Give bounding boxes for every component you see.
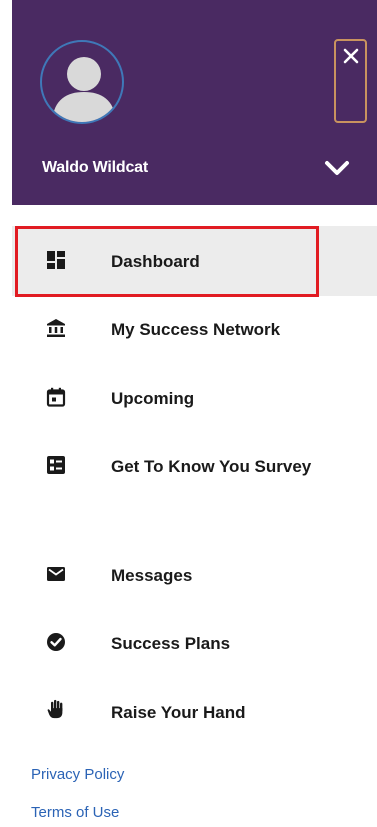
nav-item-messages[interactable]: Messages <box>12 540 377 610</box>
person-silhouette-icon <box>52 57 116 122</box>
calendar-icon <box>46 387 66 407</box>
nav-item-my-success-network[interactable]: My Success Network <box>12 294 377 364</box>
nav-item-label: Raise Your Hand <box>111 703 246 722</box>
profile-header: Waldo Wildcat <box>12 0 377 205</box>
hand-icon <box>47 699 63 719</box>
envelope-icon <box>47 567 65 581</box>
terms-of-use-link[interactable]: Terms of Use <box>31 804 119 821</box>
survey-icon <box>47 456 65 474</box>
privacy-policy-link[interactable]: Privacy Policy <box>31 766 124 783</box>
nav-item-label: My Success Network <box>111 320 281 339</box>
nav-item-upcoming[interactable]: Upcoming <box>12 363 377 433</box>
check-circle-icon <box>47 633 65 651</box>
institution-icon <box>47 319 65 337</box>
nav-item-label: Messages <box>111 566 193 585</box>
nav-item-label: Get To Know You Survey <box>111 457 312 476</box>
nav-item-raise-your-hand[interactable]: Raise Your Hand <box>12 677 377 747</box>
nav-item-success-plans[interactable]: Success Plans <box>12 608 377 678</box>
close-button[interactable] <box>334 39 367 123</box>
nav-item-dashboard[interactable]: Dashboard <box>12 226 377 297</box>
chevron-down-icon[interactable] <box>324 157 350 179</box>
user-name: Waldo Wildcat <box>42 159 148 176</box>
nav-item-label: Upcoming <box>111 389 195 408</box>
dashboard-icon <box>47 251 65 269</box>
nav-item-label: Dashboard <box>111 252 200 271</box>
close-icon <box>343 48 359 64</box>
avatar[interactable] <box>40 40 124 124</box>
nav-item-label: Success Plans <box>111 634 231 653</box>
nav-item-get-to-know-you-survey[interactable]: Get To Know You Survey <box>12 431 377 501</box>
